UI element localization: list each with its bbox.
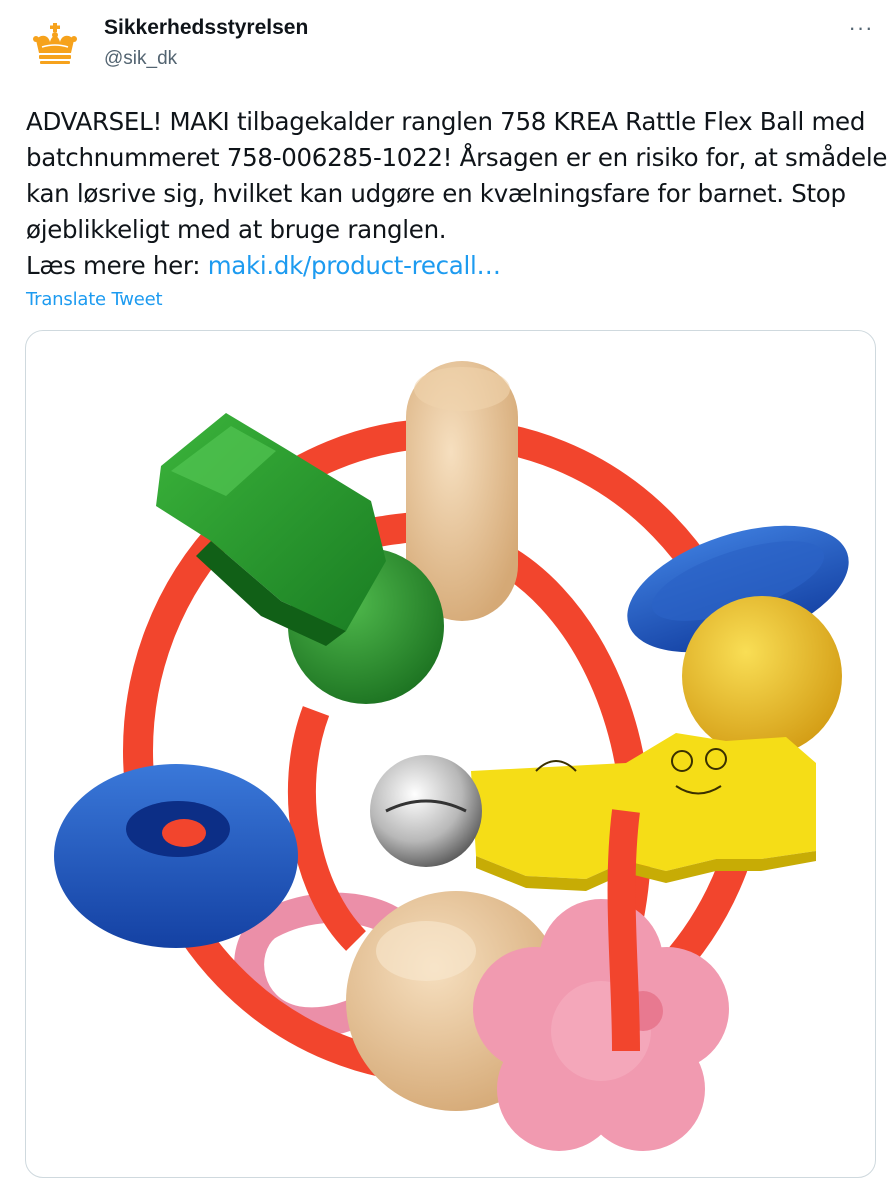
author-name[interactable]: Sikkerhedsstyrelsen — [104, 16, 308, 40]
author-handle[interactable]: @sik_dk — [104, 48, 177, 70]
tweet-line: kan løsrive sig, hvilket kan udgøre en k… — [26, 179, 846, 208]
tweet-line: ADVARSEL! MAKI tilbagekalder ranglen 758… — [26, 107, 866, 136]
tweet-line: batchnummeret 758-006285-1022! Årsagen e… — [26, 143, 888, 172]
recall-link[interactable]: maki.dk/product-recall… — [208, 251, 501, 280]
read-more-line: Læs mere her: maki.dk/product-recall… — [26, 248, 876, 284]
translate-tweet-link[interactable]: Translate Tweet — [26, 289, 163, 310]
crown-icon — [33, 23, 77, 64]
tweet-text: ADVARSEL! MAKI tilbagekalder ranglen 758… — [26, 104, 888, 284]
tweet-line: øjeblikkeligt med at bruge ranglen. — [26, 215, 447, 244]
avatar[interactable] — [26, 16, 84, 74]
more-dots-icon[interactable]: ··· — [844, 14, 878, 48]
tweet-media-image[interactable] — [25, 330, 876, 1178]
read-more-prefix: Læs mere her: — [26, 251, 208, 280]
rattle-toy-photo — [54, 361, 849, 1151]
